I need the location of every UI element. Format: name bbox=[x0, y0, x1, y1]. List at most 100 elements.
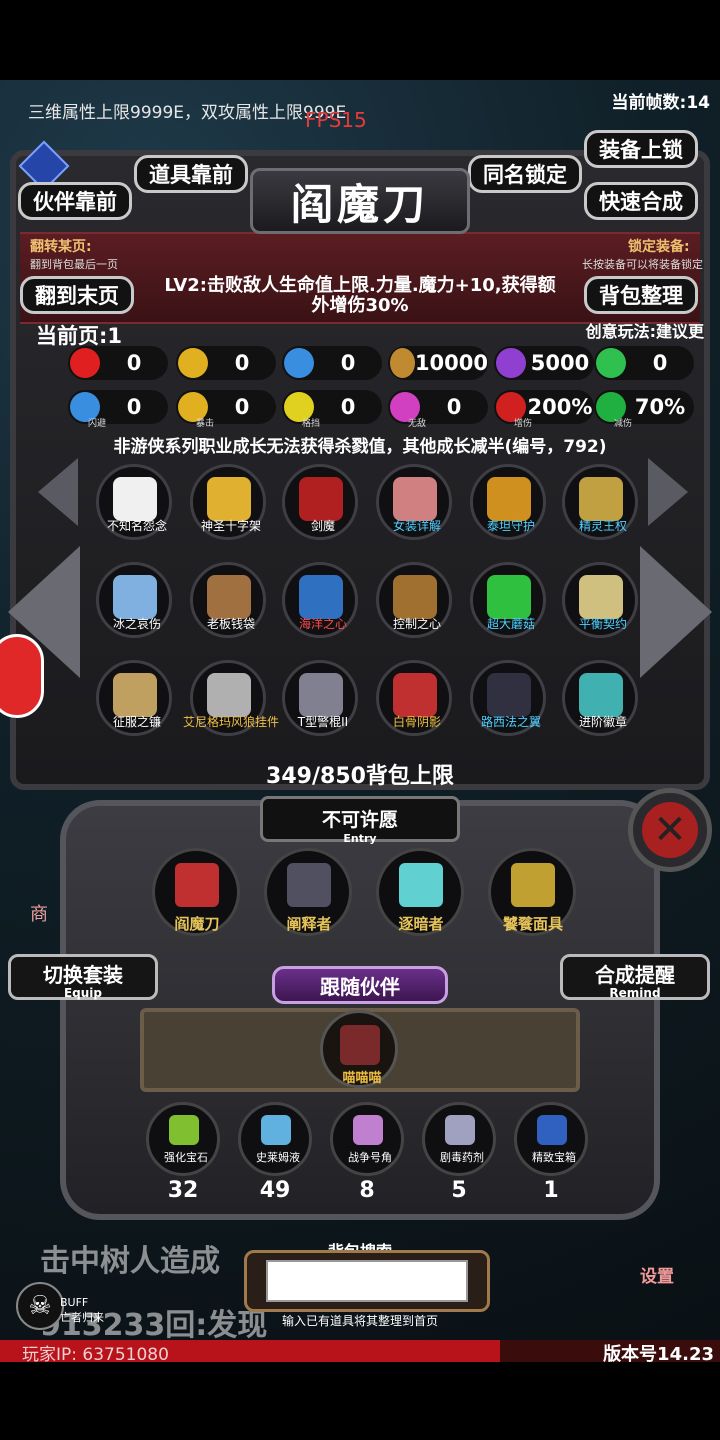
item-icon bbox=[113, 477, 157, 521]
item-icon bbox=[299, 575, 343, 619]
equipment-icon bbox=[287, 863, 331, 907]
bag-item-slot[interactable]: 海洋之心 bbox=[282, 562, 358, 638]
version-number: 版本号14.23 bbox=[603, 1344, 714, 1365]
stat-value: 0 bbox=[126, 395, 142, 419]
bag-item-slot[interactable]: 进阶徽章 bbox=[562, 660, 638, 736]
player-ip: 玩家IP: 63751080 bbox=[22, 1345, 169, 1365]
bag-item-slot[interactable]: 泰坦守护 bbox=[470, 464, 546, 540]
stat-label: 减伤 bbox=[614, 419, 633, 429]
wish-banner: 不可许愿 Entry bbox=[260, 796, 460, 845]
page-right-arrow[interactable] bbox=[640, 546, 712, 678]
item-front-button[interactable]: 道具靠前 bbox=[134, 155, 248, 193]
stat-value: 0 bbox=[126, 351, 142, 375]
item-name: 进阶徽章 bbox=[578, 715, 627, 729]
stat-value: 10000 bbox=[414, 351, 488, 375]
item-name: 路西法之翼 bbox=[480, 715, 541, 729]
growth-warning: 非游侠系列职业成长无法获得杀戮值，其他成长减半(编号，792) bbox=[113, 437, 607, 457]
equipped-slot[interactable]: 逐暗者 bbox=[376, 848, 464, 936]
helmet-stat: 0 bbox=[282, 346, 382, 380]
stat-label: 闪避 bbox=[88, 419, 107, 429]
settings-button[interactable]: 设置 bbox=[640, 1262, 674, 1287]
item-name: 老板钱袋 bbox=[206, 617, 255, 631]
wish-banner-title: 不可许愿 bbox=[321, 809, 398, 831]
bag-item-slot[interactable]: 冰之哀伤 bbox=[96, 562, 172, 638]
bag-item-slot[interactable]: 白骨阴影 bbox=[376, 660, 452, 736]
merge-remind-label: 合成提醒 bbox=[595, 963, 675, 987]
page-left-small-arrow[interactable] bbox=[38, 458, 78, 526]
bag-item-slot[interactable]: 不知名怨念 bbox=[96, 464, 172, 540]
buff-label: BUFF 亡者归来 bbox=[60, 1296, 104, 1325]
stat-value: 70% bbox=[634, 395, 686, 419]
bag-item-slot[interactable]: 控制之心 bbox=[376, 562, 452, 638]
equip-lock-button[interactable]: 装备上锁 bbox=[584, 130, 698, 168]
close-button[interactable]: ✕ bbox=[628, 788, 712, 872]
consumable-name: 史莱姆液 bbox=[256, 1151, 300, 1164]
companion-name: 喵喵喵 bbox=[342, 1071, 382, 1086]
consumable-icon bbox=[261, 1115, 291, 1145]
sort-bag-button[interactable]: 背包整理 bbox=[584, 276, 698, 314]
lock-equip-hint: 长按装备可以将装备锁定 bbox=[582, 258, 703, 271]
invincible-stat: 0 无敌 bbox=[388, 390, 488, 429]
quick-merge-button[interactable]: 快速合成 bbox=[584, 182, 698, 220]
consumable-count: 1 bbox=[543, 1178, 559, 1203]
consumable-count: 49 bbox=[259, 1178, 291, 1203]
stat-label: 无敌 bbox=[408, 419, 427, 429]
bag-item-slot[interactable]: 神圣十字架 bbox=[190, 464, 266, 540]
bag-item-slot[interactable]: 女装详解 bbox=[376, 464, 452, 540]
stat-value: 0 bbox=[234, 395, 250, 419]
stat-value: 5000 bbox=[530, 351, 590, 375]
bag-item-slot[interactable]: 精灵王权 bbox=[562, 464, 638, 540]
item-name: 神圣十字架 bbox=[200, 519, 261, 533]
page-right-small-arrow[interactable] bbox=[648, 458, 688, 526]
equipped-slot[interactable]: 阎魔刀 bbox=[152, 848, 240, 936]
equipment-name: 饕餮面具 bbox=[502, 915, 563, 933]
companion-slot[interactable]: 喵喵喵 bbox=[320, 1010, 398, 1088]
consumable-icon bbox=[537, 1115, 567, 1145]
equipped-slot[interactable]: 饕餮面具 bbox=[488, 848, 576, 936]
switch-set-button[interactable]: 切换套装 Equip bbox=[8, 954, 158, 1000]
item-name: 女装详解 bbox=[392, 519, 441, 533]
same-name-lock-button[interactable]: 同名锁定 bbox=[468, 155, 582, 193]
bag-item-slot[interactable]: 征服之镰 bbox=[96, 660, 172, 736]
sword-stat: 10000 bbox=[388, 346, 488, 380]
consumable-slot[interactable]: 精致宝箱 bbox=[514, 1102, 588, 1176]
item-name: 精灵王权 bbox=[578, 519, 627, 533]
stat-value: 0 bbox=[340, 395, 356, 419]
item-icon bbox=[299, 477, 343, 521]
bag-item-slot[interactable]: 超大蘑菇 bbox=[470, 562, 546, 638]
wish-banner-subtitle: Entry bbox=[343, 832, 377, 845]
player-avatar-button[interactable] bbox=[0, 634, 44, 718]
bag-search-input[interactable] bbox=[266, 1260, 468, 1302]
bag-item-slot[interactable]: 剑魔 bbox=[282, 464, 358, 540]
creative-hint[interactable]: 创意玩法:建议更 bbox=[586, 318, 704, 342]
helmet-icon bbox=[284, 348, 314, 378]
magic-stat: 5000 bbox=[494, 346, 594, 380]
bag-item-slot[interactable]: 平衡契约 bbox=[562, 562, 638, 638]
consumable-slot[interactable]: 强化宝石 bbox=[146, 1102, 220, 1176]
consumable-slot[interactable]: 剧毒药剂 bbox=[422, 1102, 496, 1176]
item-title: 阎魔刀 bbox=[250, 168, 470, 234]
crit-stat: 0 暴击 bbox=[176, 390, 276, 429]
damage-down-stat: 70% 减伤 bbox=[594, 390, 694, 429]
shop-side-label[interactable]: 商 bbox=[30, 900, 48, 926]
search-hint: 输入已有道具将其整理到首页 bbox=[281, 1314, 438, 1328]
consumable-slot[interactable]: 战争号角 bbox=[330, 1102, 404, 1176]
merge-remind-button[interactable]: 合成提醒 Remind bbox=[560, 954, 710, 1000]
item-name: 平衡契约 bbox=[578, 617, 627, 631]
companion-front-button[interactable]: 伙伴靠前 bbox=[18, 182, 132, 220]
consumable-slot[interactable]: 史莱姆液 bbox=[238, 1102, 312, 1176]
item-name: 控制之心 bbox=[392, 617, 441, 631]
flip-page-title: 翻转某页: bbox=[30, 239, 92, 255]
follow-companion-banner: 跟随伙伴 bbox=[272, 966, 448, 1004]
equipped-slot[interactable]: 阐释者 bbox=[264, 848, 352, 936]
stat-label: 格挡 bbox=[302, 419, 321, 429]
merge-remind-sub: Remind bbox=[609, 986, 661, 1000]
stat-value: 0 bbox=[652, 351, 668, 375]
bag-item-slot[interactable]: 路西法之翼 bbox=[470, 660, 546, 736]
skull-icon[interactable]: ☠ bbox=[16, 1282, 64, 1330]
bag-item-slot[interactable]: 老板钱袋 bbox=[190, 562, 266, 638]
last-page-button[interactable]: 翻到末页 bbox=[20, 276, 134, 314]
clover-icon bbox=[596, 348, 626, 378]
bag-item-slot[interactable]: 艾尼格玛风狼挂件 bbox=[183, 660, 279, 736]
bag-item-slot[interactable]: T型警棍II bbox=[282, 660, 358, 736]
